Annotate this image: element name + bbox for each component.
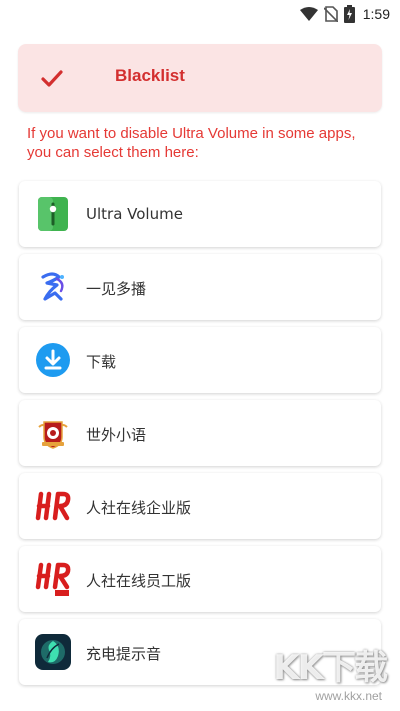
app-row-charging-sound[interactable]: 充电提示音 (19, 619, 381, 685)
battery-charging-icon (343, 5, 355, 23)
status-icons: 1:59 (299, 4, 390, 24)
download-icon (36, 343, 70, 377)
app-name: 一见多播 (86, 280, 147, 298)
app-row-hr-employee[interactable]: 人社在线员工版 (19, 546, 381, 612)
blacklist-banner[interactable]: Blacklist (18, 44, 382, 112)
hr-employee-icon (35, 562, 71, 596)
yijian-duobo-icon (41, 272, 64, 301)
app-name: 充电提示音 (86, 645, 162, 663)
app-list: Ultra Volume 一见多播 下载 世外小语 人社在线企业版 人社在线员工… (19, 181, 381, 692)
app-row-shiwai-xiaoyu[interactable]: 世外小语 (19, 400, 381, 466)
app-row-hr-enterprise[interactable]: 人社在线企业版 (19, 473, 381, 539)
app-name: 下载 (86, 353, 117, 371)
check-icon (41, 70, 63, 87)
app-row-ultra-volume[interactable]: Ultra Volume (19, 181, 381, 247)
app-name: 世外小语 (86, 426, 147, 444)
info-text: If you want to disable Ultra Volume in s… (27, 125, 356, 161)
status-time: 1:59 (362, 6, 390, 22)
hr-enterprise-icon (35, 491, 71, 521)
app-row-download[interactable]: 下载 (19, 327, 381, 393)
app-name: 人社在线企业版 (86, 499, 192, 517)
app-name: 人社在线员工版 (86, 572, 192, 590)
shiwai-xiaoyu-icon (38, 421, 68, 449)
ultra-volume-icon (38, 197, 68, 231)
charging-sound-icon (35, 634, 71, 670)
status-bar: 1:59 (0, 0, 400, 28)
no-sim-icon (323, 6, 338, 22)
app-name: Ultra Volume (86, 205, 183, 223)
banner-title: Blacklist (115, 66, 185, 85)
app-row-yijian-duobo[interactable]: 一见多播 (19, 254, 381, 320)
wifi-icon (299, 7, 318, 21)
